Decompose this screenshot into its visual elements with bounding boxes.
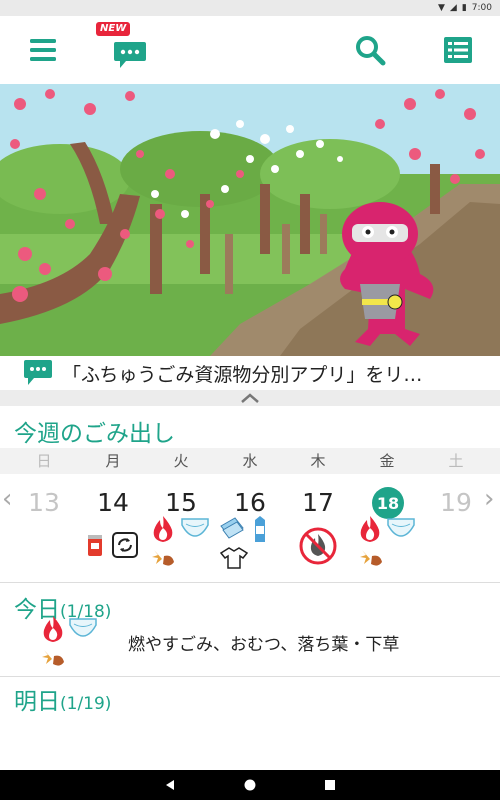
week-title: 今週のごみ出し	[14, 421, 175, 447]
paper-icon	[220, 517, 244, 539]
search-button[interactable]	[340, 16, 400, 84]
divider	[0, 582, 500, 583]
app-root: ▼ ◢ ▮ 7:00 NEW 「ふちゅうごみ資源物分別アプリ」をリ… 今週のごみ…	[0, 0, 500, 800]
no-collection-icon	[299, 527, 337, 565]
top-app-bar: NEW	[0, 16, 500, 84]
date-wed[interactable]: 16	[220, 488, 280, 517]
previous-week-button[interactable]: ‹	[2, 484, 12, 514]
recents-button[interactable]	[310, 770, 350, 800]
new-badge: NEW	[96, 22, 131, 36]
list-button[interactable]	[430, 16, 486, 84]
news-notice[interactable]: 「ふちゅうごみ資源物分別アプリ」をリ…	[0, 356, 500, 390]
chevron-up-icon	[241, 393, 259, 403]
today-description: 燃やすごみ、おむつ、落ち葉・下草	[128, 635, 400, 655]
tomorrow-label: 明日	[14, 689, 60, 715]
day-of-week-header: 日 月 火 水 木 金 土	[0, 448, 500, 474]
fallen-leaves-icon	[42, 650, 64, 666]
collapse-handle[interactable]	[0, 390, 500, 406]
plum-orchard-illustration	[0, 84, 500, 356]
day-header-sat: 土	[448, 452, 464, 470]
menu-button[interactable]	[18, 16, 68, 84]
home-circle-icon	[244, 779, 256, 791]
day-header-mon: 月	[105, 452, 121, 470]
clothing-icon	[220, 547, 248, 569]
day-header-sun: 日	[36, 452, 52, 470]
burnable-fire-icon	[360, 516, 380, 542]
fallen-leaves-icon	[360, 550, 382, 566]
list-icon	[444, 37, 472, 63]
date-thu[interactable]: 17	[288, 488, 348, 517]
date-sun[interactable]: 13	[14, 488, 74, 517]
tomorrow-title: 明日(1/19)	[14, 682, 111, 716]
search-icon	[356, 36, 386, 66]
day-header-thu: 木	[310, 452, 326, 470]
date-mon[interactable]: 14	[83, 488, 143, 517]
recents-square-icon	[325, 780, 335, 790]
can-icon	[88, 535, 102, 556]
day-header-fri: 金	[379, 452, 395, 470]
status-time: 7:00	[471, 3, 492, 13]
battery-icon: ▮	[461, 2, 467, 13]
banner-image[interactable]	[0, 84, 500, 356]
week-calendar: ‹ › 13 14 15 16 17 18 19	[0, 474, 500, 582]
date-tue[interactable]: 15	[151, 488, 211, 517]
tomorrow-date: (1/19)	[60, 694, 112, 714]
back-button[interactable]	[150, 770, 190, 800]
diaper-icon	[69, 618, 97, 637]
day-header-tue: 火	[173, 452, 189, 470]
day-header-wed: 水	[242, 452, 258, 470]
home-button[interactable]	[230, 770, 270, 800]
burnable-fire-icon	[43, 616, 63, 642]
recycle-icon	[112, 532, 138, 558]
divider	[0, 676, 500, 677]
wifi-icon: ▼	[437, 2, 445, 13]
chat-bubble-icon	[114, 42, 146, 68]
date-sat[interactable]: 19	[426, 488, 486, 517]
signal-icon: ◢	[449, 2, 457, 13]
diaper-icon	[387, 518, 415, 537]
notice-text: 「ふちゅうごみ資源物分別アプリ」をリ…	[62, 363, 423, 386]
diaper-icon	[181, 518, 209, 537]
milk-carton-icon	[255, 516, 265, 542]
back-triangle-icon	[166, 780, 174, 790]
burnable-fire-icon	[153, 516, 173, 542]
system-nav-bar	[0, 770, 500, 800]
chat-bubble-icon	[24, 360, 52, 385]
fallen-leaves-icon	[152, 550, 174, 566]
status-bar: ▼ ◢ ▮ 7:00	[0, 0, 500, 16]
hamburger-menu-icon	[30, 39, 56, 61]
